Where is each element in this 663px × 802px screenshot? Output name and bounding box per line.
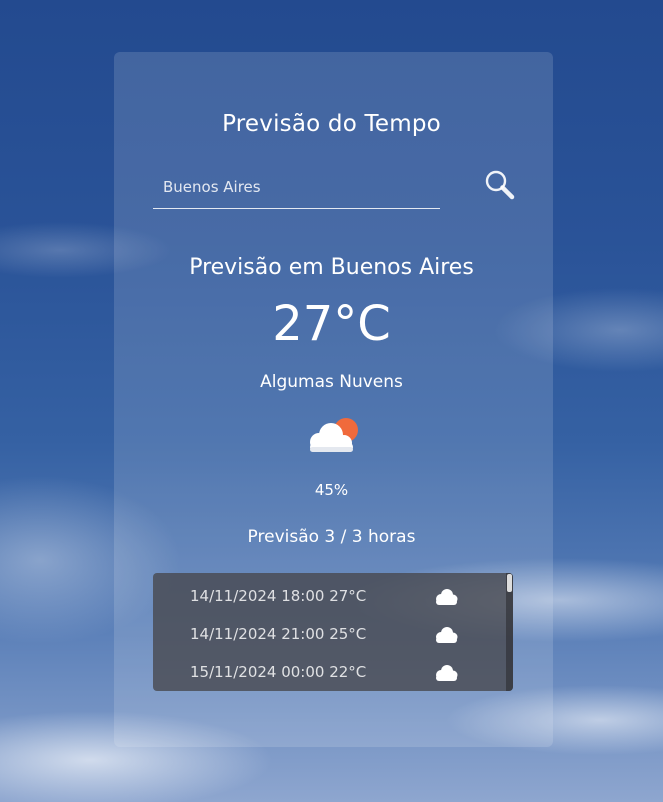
hourly-forecast-title: Previsão 3 / 3 horas xyxy=(247,527,416,547)
cloud-icon xyxy=(436,589,458,605)
search-input[interactable] xyxy=(153,168,440,206)
list-item: 14/11/2024 18:00 27°C xyxy=(153,576,501,614)
list-item: 15/11/2024 00:00 22°C xyxy=(153,652,501,690)
search-icon xyxy=(485,170,515,200)
page-background: { "app": { "title": "Previsão do Tempo" … xyxy=(0,0,663,802)
partly-cloudy-icon xyxy=(310,418,358,452)
scrollbar-thumb[interactable] xyxy=(507,574,512,592)
hourly-forecast-list[interactable]: 14/11/2024 18:00 27°C 14/11/2024 21:00 2… xyxy=(153,573,513,691)
hourly-forecast-label: 15/11/2024 00:00 22°C xyxy=(190,663,367,681)
humidity-value: 45% xyxy=(314,481,349,499)
cloud-icon xyxy=(436,665,458,681)
hourly-forecast-label: 14/11/2024 18:00 27°C xyxy=(190,587,367,605)
hourly-forecast-label: 14/11/2024 21:00 25°C xyxy=(190,625,367,643)
cloud-icon xyxy=(436,627,458,643)
weather-description: Algumas Nuvens xyxy=(260,372,403,392)
forecast-location-heading: Previsão em Buenos Aires xyxy=(189,255,474,280)
scrollbar[interactable] xyxy=(506,573,513,691)
current-temperature: 27°C xyxy=(272,296,391,352)
list-item: 14/11/2024 21:00 25°C xyxy=(153,614,501,652)
search-field xyxy=(153,168,440,209)
app-title: Previsão do Tempo xyxy=(222,111,441,137)
search-button[interactable] xyxy=(482,167,518,203)
